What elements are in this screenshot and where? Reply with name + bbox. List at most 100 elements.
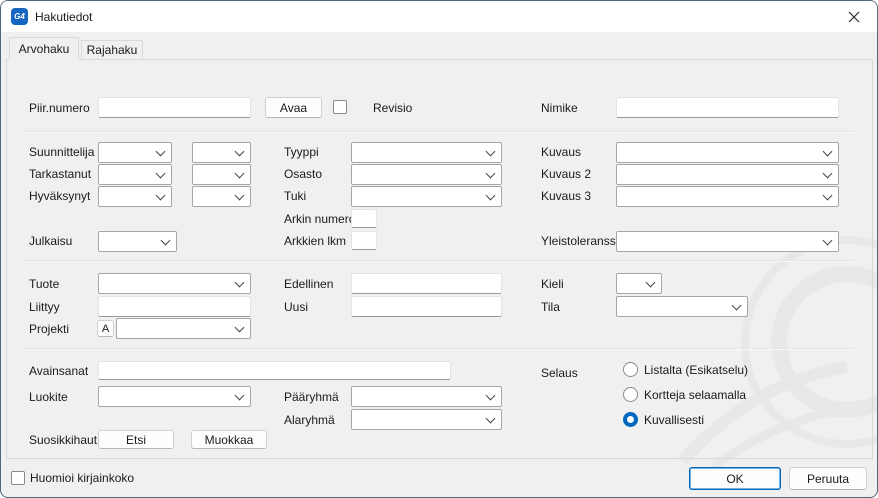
kuvaus2-select[interactable]	[616, 164, 839, 185]
projekti-select[interactable]	[116, 318, 251, 339]
paaryhma-select[interactable]	[351, 386, 502, 407]
window-title: Hakutiedot	[35, 10, 92, 24]
selaus-radio-kuvallisesti-label[interactable]: Kuvallisesti	[644, 413, 704, 428]
selaus-radio-kortteja-label[interactable]: Kortteja selaamalla	[644, 388, 746, 403]
liittyy-input[interactable]	[98, 296, 251, 317]
selaus-radio-listalta-label[interactable]: Listalta (Esikatselu)	[644, 363, 748, 378]
arkin-numero-input[interactable]	[351, 209, 377, 228]
etsi-button[interactable]: Etsi	[98, 430, 174, 449]
separator	[21, 260, 853, 262]
chevron-down-icon	[486, 147, 496, 157]
tyyppi-select[interactable]	[351, 142, 502, 163]
dialog-hakutiedot: G4 Hakutiedot Arvohaku Rajahaku Piir.num…	[0, 0, 878, 498]
osasto-label: Osasto	[284, 167, 322, 182]
edellinen-input[interactable]	[351, 273, 502, 294]
tuote-label: Tuote	[29, 277, 59, 292]
piir-numero-input[interactable]	[98, 97, 251, 118]
close-button[interactable]	[839, 5, 869, 29]
chevron-down-icon	[235, 391, 245, 401]
revisio-checkbox[interactable]	[333, 100, 347, 114]
titlebar: G4 Hakutiedot	[1, 1, 877, 32]
tila-label: Tila	[541, 300, 560, 315]
tarkastanut-label: Tarkastanut	[29, 167, 91, 182]
separator	[21, 131, 853, 133]
arkin-numero-label: Arkin numero	[284, 212, 355, 227]
tyyppi-label: Tyyppi	[284, 145, 319, 160]
chevron-down-icon	[161, 236, 171, 246]
alaryhma-select[interactable]	[351, 409, 502, 430]
yleistoleranssi-label: Yleistoleranssi	[541, 234, 618, 249]
avainsanat-label: Avainsanat	[29, 364, 88, 379]
huomioi-kirjainkoko-label[interactable]: Huomioi kirjainkoko	[30, 471, 134, 486]
chevron-down-icon	[486, 169, 496, 179]
julkaisu-label: Julkaisu	[29, 234, 72, 249]
chevron-down-icon	[732, 301, 742, 311]
nimike-label: Nimike	[541, 101, 578, 116]
liittyy-label: Liittyy	[29, 300, 60, 315]
kuvaus3-label: Kuvaus 3	[541, 189, 591, 204]
kuvaus2-label: Kuvaus 2	[541, 167, 591, 182]
suunnittelija-select-2[interactable]	[192, 142, 251, 163]
chevron-down-icon	[235, 147, 245, 157]
kuvaus-select[interactable]	[616, 142, 839, 163]
hyvaksynyt-label: Hyväksynyt	[29, 189, 90, 204]
piir-numero-label: Piir.numero	[29, 101, 90, 116]
separator	[21, 348, 853, 350]
kuvaus-label: Kuvaus	[541, 145, 581, 160]
suunnittelija-select-1[interactable]	[98, 142, 172, 163]
chevron-down-icon	[823, 169, 833, 179]
chevron-down-icon	[823, 191, 833, 201]
kieli-label: Kieli	[541, 277, 564, 292]
chevron-down-icon	[235, 191, 245, 201]
luokite-label: Luokite	[29, 390, 68, 405]
hyvaksynyt-select-1[interactable]	[98, 186, 172, 207]
tarkastanut-select-2[interactable]	[192, 164, 251, 185]
alaryhma-label: Alaryhmä	[284, 413, 335, 428]
projekti-a-button[interactable]: A	[97, 320, 114, 337]
luokite-select[interactable]	[98, 386, 251, 407]
uusi-input[interactable]	[351, 296, 502, 317]
avainsanat-input[interactable]	[98, 361, 451, 380]
chevron-down-icon	[646, 278, 656, 288]
arkkien-lkm-input[interactable]	[351, 231, 377, 250]
hyvaksynyt-select-2[interactable]	[192, 186, 251, 207]
huomioi-kirjainkoko-checkbox[interactable]	[11, 471, 25, 485]
app-icon-label: G4	[14, 12, 25, 21]
selaus-label: Selaus	[541, 366, 578, 381]
uusi-label: Uusi	[284, 300, 308, 315]
selaus-radio-kuvallisesti[interactable]	[623, 412, 638, 427]
ok-button[interactable]: OK	[689, 467, 781, 490]
chevron-down-icon	[156, 169, 166, 179]
tarkastanut-select-1[interactable]	[98, 164, 172, 185]
kuvaus3-select[interactable]	[616, 186, 839, 207]
suosikkihaut-label: Suosikkihaut	[29, 433, 97, 448]
selaus-radio-listalta[interactable]	[623, 362, 638, 377]
nimike-input[interactable]	[616, 97, 839, 118]
yleistoleranssi-select[interactable]	[616, 231, 839, 252]
osasto-select[interactable]	[351, 164, 502, 185]
tab-arvohaku[interactable]: Arvohaku	[9, 37, 79, 60]
revisio-label: Revisio	[373, 101, 412, 116]
tuki-select[interactable]	[351, 186, 502, 207]
peruuta-button[interactable]: Peruuta	[789, 467, 867, 490]
julkaisu-select[interactable]	[98, 231, 177, 252]
suunnittelija-label: Suunnittelija	[29, 145, 94, 160]
tab-rajahaku[interactable]: Rajahaku	[81, 40, 143, 59]
avaa-button[interactable]: Avaa	[265, 97, 322, 118]
chevron-down-icon	[156, 191, 166, 201]
edellinen-label: Edellinen	[284, 277, 333, 292]
kieli-select[interactable]	[616, 273, 662, 294]
chevron-down-icon	[235, 169, 245, 179]
tuote-select[interactable]	[98, 273, 251, 294]
close-icon	[848, 11, 860, 23]
chevron-down-icon	[486, 391, 496, 401]
chevron-down-icon	[823, 147, 833, 157]
paaryhma-label: Pääryhmä	[284, 390, 339, 405]
arkkien-lkm-label: Arkkien lkm	[284, 234, 346, 249]
selaus-radio-kortteja[interactable]	[623, 387, 638, 402]
chevron-down-icon	[823, 236, 833, 246]
tila-select[interactable]	[616, 296, 748, 317]
muokkaa-button[interactable]: Muokkaa	[191, 430, 267, 449]
chevron-down-icon	[235, 278, 245, 288]
chevron-down-icon	[486, 414, 496, 424]
